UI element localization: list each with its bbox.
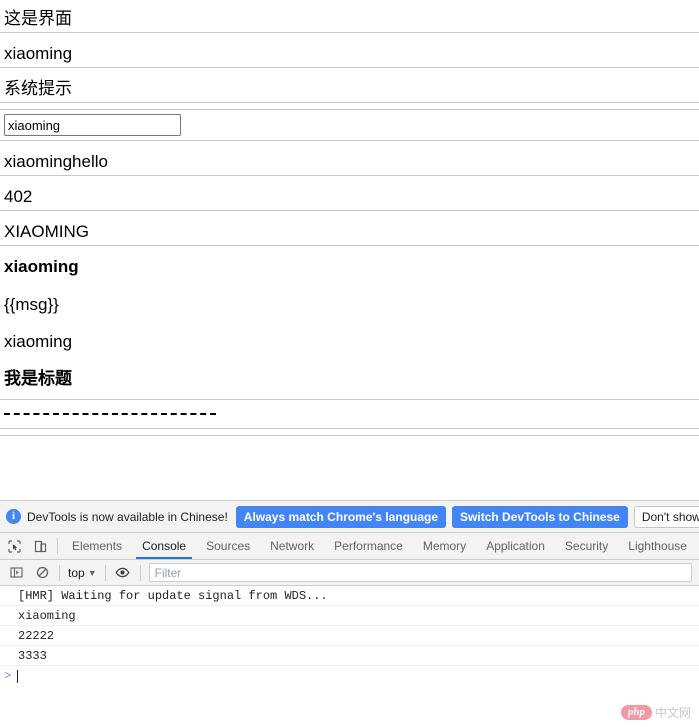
tab-performance[interactable]: Performance <box>324 533 413 559</box>
devtools-language-notification: i DevTools is now available in Chinese! … <box>0 501 699 533</box>
dashed-divider-row <box>0 400 699 428</box>
clear-console-icon[interactable] <box>29 561 55 585</box>
content-row: xiaoming <box>0 41 699 67</box>
browser-screenshot: 这是界面 xiaoming 系统提示 xiaominghello 402 <box>0 0 699 727</box>
row-text-1: xiaoming <box>4 43 73 63</box>
content-row: {{msg}} <box>0 292 699 318</box>
watermark-badge: php <box>620 705 652 720</box>
row-text-8: xiaoming <box>4 331 73 351</box>
dont-show-again-button[interactable]: Don't show again <box>633 505 699 528</box>
eye-icon[interactable] <box>110 561 136 585</box>
watermark: php 中文网 <box>620 704 691 721</box>
toggle-device-toolbar-icon[interactable] <box>28 534 54 558</box>
toolbar-divider <box>59 564 60 581</box>
content-row: 402 <box>0 184 699 210</box>
switch-devtools-to-chinese-button[interactable]: Switch DevTools to Chinese <box>452 505 628 528</box>
info-icon: i <box>6 509 21 524</box>
content-row: xiaominghello <box>0 149 699 175</box>
devtools-tabbar: Elements Console Sources Network Perform… <box>0 533 699 560</box>
content-row: 这是界面 <box>0 6 699 32</box>
inspect-element-icon[interactable] <box>2 534 28 558</box>
always-match-chrome-language-button[interactable]: Always match Chrome's language <box>235 505 447 528</box>
row-separator <box>0 435 699 436</box>
content-row: 我是标题 <box>0 366 699 392</box>
row-text-5: XIAOMING <box>4 221 90 241</box>
content-row: 系统提示 <box>0 76 699 102</box>
console-filter-input[interactable] <box>148 563 692 582</box>
toolbar-divider <box>139 564 141 581</box>
tab-network[interactable]: Network <box>260 533 324 559</box>
prompt-arrow-icon: > <box>4 669 12 683</box>
tab-memory[interactable]: Memory <box>413 533 476 559</box>
content-row: XIAOMING <box>0 219 699 245</box>
name-input[interactable] <box>4 114 181 136</box>
content-row: xiaoming <box>0 254 699 280</box>
row-text-9: 我是标题 <box>4 368 72 388</box>
notification-message: DevTools is now available in Chinese! <box>27 509 228 524</box>
console-message: xiaoming <box>0 606 699 626</box>
console-message: 22222 <box>0 626 699 646</box>
tab-lighthouse[interactable]: Lighthouse <box>618 533 697 559</box>
tab-elements[interactable]: Elements <box>62 533 132 559</box>
devtools-panel: i DevTools is now available in Chinese! … <box>0 500 699 727</box>
dashed-divider <box>4 413 216 415</box>
row-text-7: {{msg}} <box>4 294 59 314</box>
page-content: 这是界面 xiaoming 系统提示 xiaominghello 402 <box>0 0 699 500</box>
toolbar-divider <box>57 538 59 554</box>
console-toolbar: top ▼ <box>0 560 699 586</box>
console-message: 3333 <box>0 646 699 666</box>
tab-application[interactable]: Application <box>476 533 555 559</box>
input-row <box>0 110 699 140</box>
console-message: [HMR] Waiting for update signal from WDS… <box>0 586 699 606</box>
row-text-0: 这是界面 <box>4 8 72 28</box>
console-message-list: [HMR] Waiting for update signal from WDS… <box>0 586 699 714</box>
row-text-2: 系统提示 <box>4 78 72 98</box>
row-text-3: xiaominghello <box>4 151 108 171</box>
content-row: xiaoming <box>0 329 699 355</box>
sidebar-toggle-icon[interactable] <box>3 561 29 585</box>
row-text-4: 402 <box>4 186 33 206</box>
watermark-text: 中文网 <box>654 706 691 720</box>
toolbar-divider <box>104 564 106 581</box>
console-prompt[interactable]: > <box>0 666 699 686</box>
row-text-6: xiaoming <box>4 256 79 276</box>
tab-console[interactable]: Console <box>132 533 196 559</box>
chevron-down-icon: ▼ <box>87 567 97 578</box>
console-context-label: top <box>68 565 85 580</box>
tab-sources[interactable]: Sources <box>196 533 260 559</box>
console-context-selector[interactable]: top ▼ <box>64 566 101 580</box>
tab-security[interactable]: Security <box>555 533 618 559</box>
text-cursor <box>17 669 19 683</box>
